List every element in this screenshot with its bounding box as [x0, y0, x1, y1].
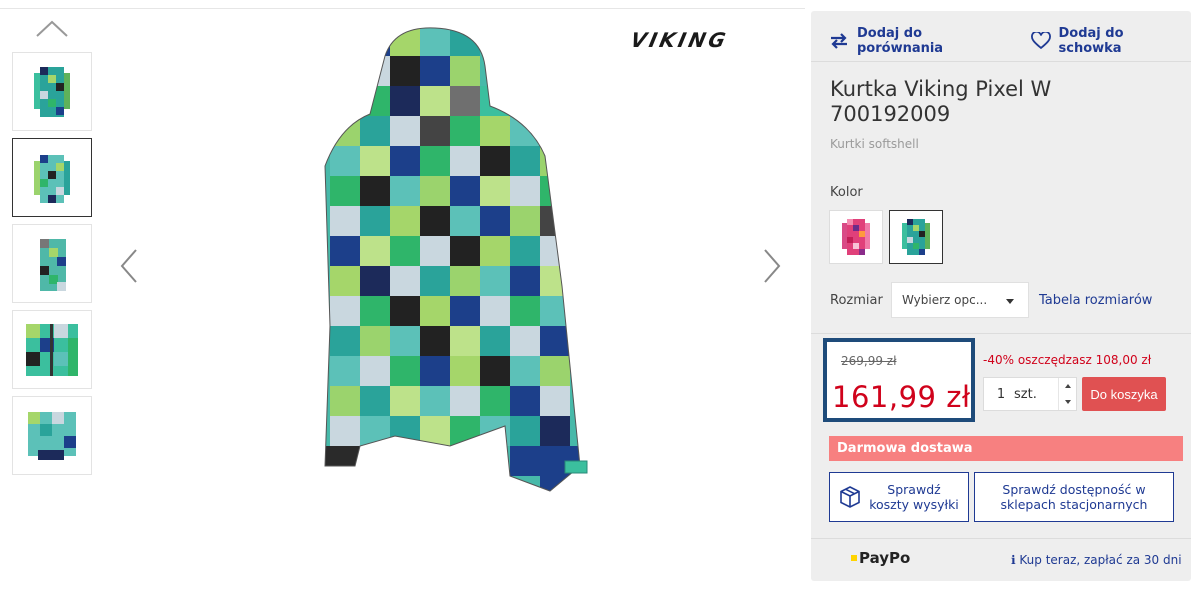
size-select-value: Wybierz opc... [902, 293, 988, 307]
thumbnail-side[interactable] [12, 224, 92, 303]
thumbnail-back[interactable] [12, 138, 92, 217]
check-store-availability-button[interactable]: Sprawdź dostępność w sklepach stacjonarn… [974, 472, 1174, 522]
divider [811, 61, 1191, 62]
old-price: 269,99 zł [841, 354, 897, 368]
compare-arrows-icon [830, 33, 847, 49]
size-label: Rozmiar [830, 293, 883, 308]
color-swatches [829, 210, 943, 264]
check-store-label: Sprawdź dostępność w sklepach stacjonarn… [1000, 482, 1148, 512]
compare-label: Dodaj do porównania [856, 26, 944, 56]
compare-button[interactable]: Dodaj do porównania [829, 26, 1013, 56]
current-price: 161,99 zł [832, 380, 971, 414]
color-swatch-pink[interactable] [829, 210, 883, 264]
price-box: 269,99 zł 161,99 zł [823, 338, 975, 422]
product-page: VIKING Dodaj do porównania Dodaj do scho… [0, 0, 1201, 589]
add-to-cart-button[interactable]: Do koszyka [1082, 377, 1166, 411]
chevron-left-icon[interactable] [119, 248, 139, 284]
divider [0, 8, 805, 9]
size-select[interactable]: Wybierz opc... [891, 282, 1029, 318]
wishlist-button[interactable]: Dodaj do schowka [1030, 26, 1191, 56]
color-swatch-green[interactable] [889, 210, 943, 264]
paypo-label: PayPo [859, 549, 911, 567]
product-main-image [324, 27, 588, 492]
quantity-unit: szt. [1014, 386, 1037, 402]
paypo-logo: PayPo [851, 549, 910, 567]
product-panel: Dodaj do porównania Dodaj do schowka Kur… [811, 11, 1191, 581]
increment-icon[interactable] [1064, 384, 1071, 388]
brand-logo: VIKING [628, 28, 731, 52]
info-icon: ℹ [1011, 553, 1016, 567]
paypo-info-link[interactable]: ℹ Kup teraz, zapłać za 30 dni [1011, 553, 1182, 567]
thumbnail-front[interactable] [12, 52, 92, 131]
thumbnail-detail-sleeve[interactable] [12, 396, 92, 475]
check-shipping-button[interactable]: Sprawdź koszty wysyłki [829, 472, 969, 522]
divider [811, 538, 1191, 539]
product-category: Kurtki softshell [830, 137, 919, 151]
thumbnail-detail-zip[interactable] [12, 310, 92, 389]
quantity-value[interactable]: 1 [990, 387, 1012, 402]
color-label: Kolor [830, 185, 863, 200]
heart-icon [1030, 32, 1051, 50]
check-shipping-label: Sprawdź koszty wysyłki [869, 482, 959, 512]
caret-down-icon [1006, 299, 1014, 304]
box-icon [840, 486, 860, 508]
quantity-arrows [1058, 378, 1076, 410]
paypo-info-label: Kup teraz, zapłać za 30 dni [1019, 553, 1182, 567]
size-table-link[interactable]: Tabela rozmiarów [1039, 293, 1152, 308]
thumbnail-list [12, 52, 92, 482]
chevron-up-icon[interactable] [34, 18, 70, 40]
paypo-dot-icon [851, 555, 857, 561]
divider [811, 333, 1191, 334]
discount-text: -40% oszczędzasz 108,00 zł [983, 353, 1152, 367]
product-actions: Dodaj do porównania Dodaj do schowka [829, 26, 1191, 56]
chevron-right-icon[interactable] [762, 248, 782, 284]
decrement-icon[interactable] [1064, 400, 1071, 404]
product-title: Kurtka Viking Pixel W 700192009 [830, 77, 1052, 126]
quantity-stepper[interactable]: 1 szt. [983, 377, 1077, 411]
wishlist-label: Dodaj do schowka [1058, 26, 1124, 56]
free-shipping-banner: Darmowa dostawa [829, 436, 1183, 461]
